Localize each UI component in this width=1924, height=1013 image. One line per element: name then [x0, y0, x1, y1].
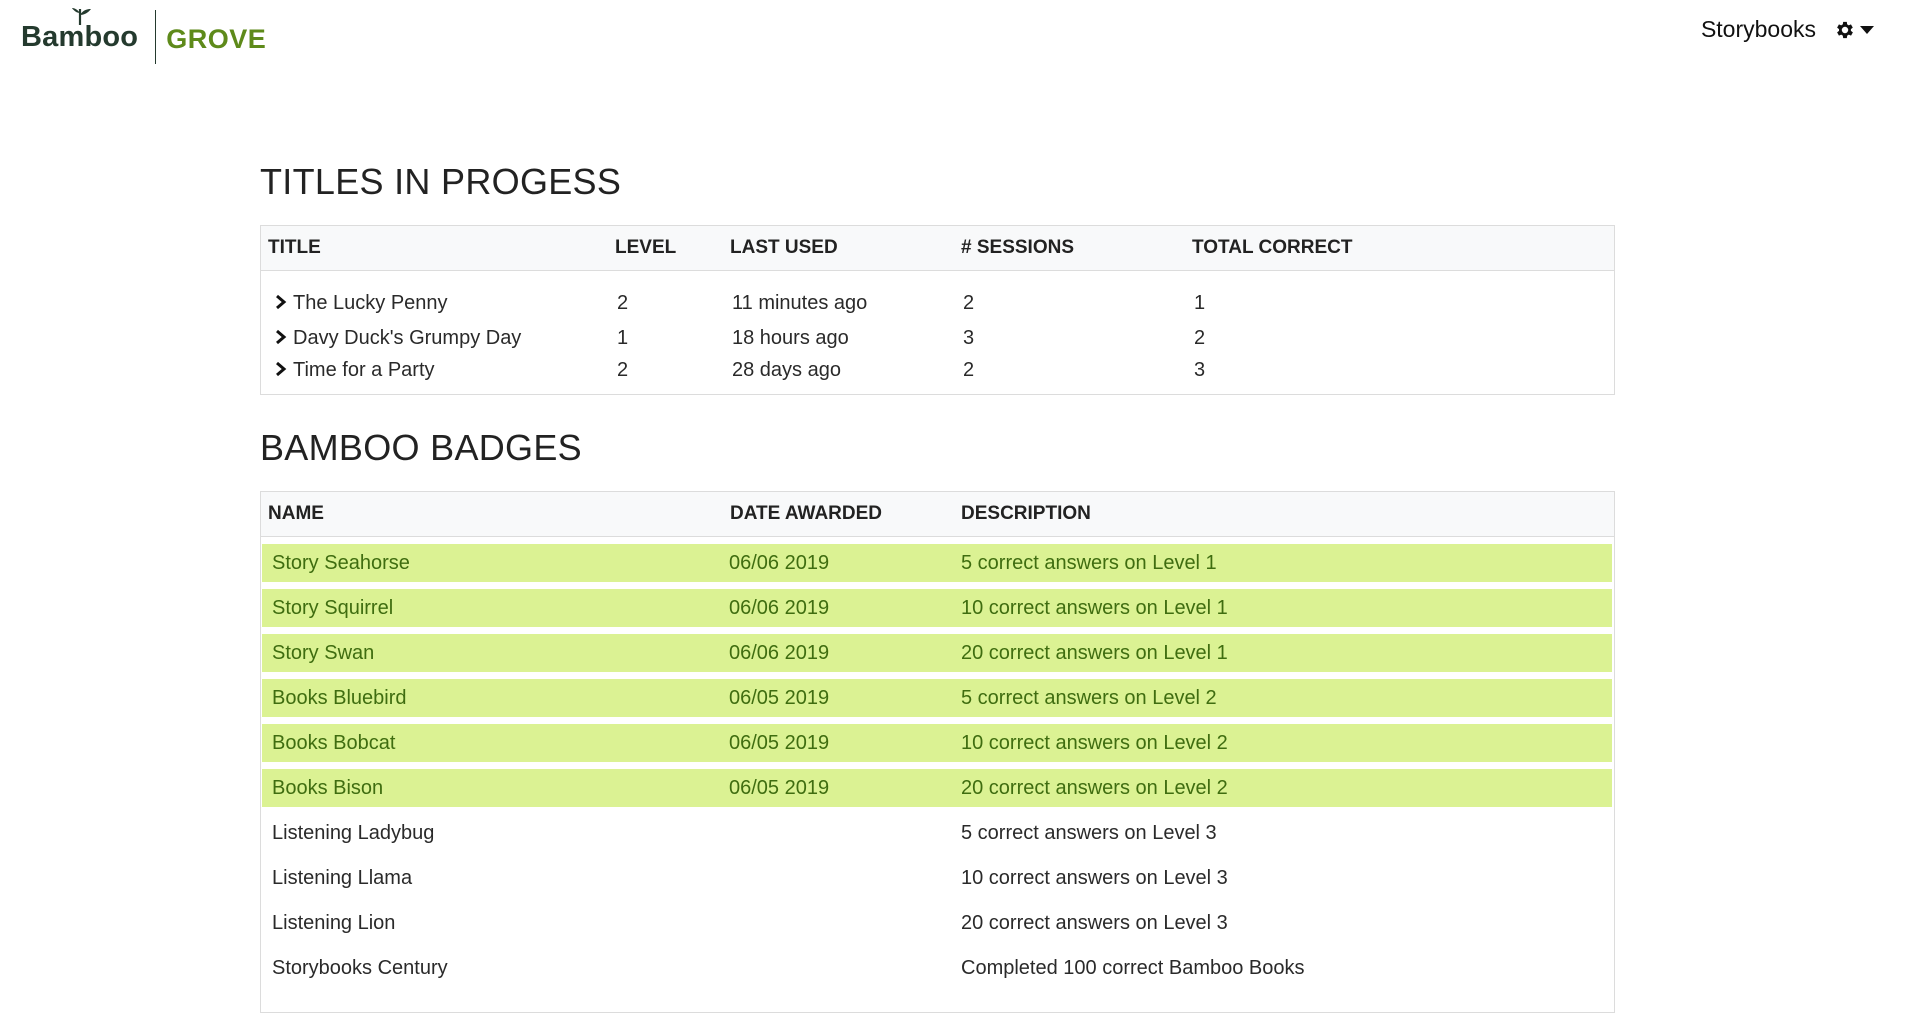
- badge-name: Listening Ladybug: [272, 822, 435, 844]
- badge-description: 5 correct answers on Level 1: [961, 552, 1217, 574]
- settings-dropdown[interactable]: [1834, 19, 1874, 41]
- badge-description: 20 correct answers on Level 3: [961, 912, 1228, 934]
- last-used-cell: 18 hours ago: [732, 327, 849, 349]
- chevron-right-icon[interactable]: [275, 329, 287, 345]
- badge-row: Books Bison 06/05 2019 20 correct answer…: [262, 769, 1612, 807]
- bamboo-badges-heading: BAMBOO BADGES: [260, 427, 582, 468]
- title-link[interactable]: Time for a Party: [293, 359, 435, 382]
- sessions-cell: 2: [963, 292, 975, 314]
- column-header-level: LEVEL: [615, 237, 677, 258]
- column-header-date-awarded: DATE AWARDED: [730, 503, 882, 524]
- chevron-right-icon[interactable]: [275, 294, 287, 310]
- badge-description: 5 correct answers on Level 3: [961, 822, 1217, 844]
- total-correct-cell: 1: [1194, 292, 1206, 314]
- badge-description: 20 correct answers on Level 1: [961, 642, 1228, 664]
- table-row[interactable]: The Lucky Penny 2 11 minutes ago 2 1: [261, 288, 1614, 318]
- nav-storybooks-link[interactable]: Storybooks: [1701, 16, 1816, 43]
- bamboo-badges-table: NAME DATE AWARDED DESCRIPTION Story Seah…: [260, 491, 1615, 1013]
- title-link[interactable]: Davy Duck's Grumpy Day: [293, 327, 521, 350]
- column-header-total-correct: TOTAL CORRECT: [1192, 237, 1353, 258]
- badge-date: 06/05 2019: [729, 687, 830, 709]
- top-navbar: Bamboo GROVE Storybooks: [0, 0, 1924, 78]
- badge-description: Completed 100 correct Bamboo Books: [961, 957, 1305, 979]
- badge-row: Listening Lion 20 correct answers on Lev…: [262, 904, 1612, 942]
- bamboo-leaf-icon: [72, 7, 91, 25]
- chevron-right-icon[interactable]: [275, 361, 287, 377]
- nav-menu: Storybooks: [1701, 16, 1874, 43]
- column-header-last-used: LAST USED: [730, 237, 838, 258]
- badge-description: 5 correct answers on Level 2: [961, 687, 1217, 709]
- badge-row: Listening Ladybug 5 correct answers on L…: [262, 814, 1612, 852]
- titles-in-progress-table: TITLE LEVEL LAST USED # SESSIONS TOTAL C…: [260, 225, 1615, 395]
- table-header: NAME DATE AWARDED DESCRIPTION: [261, 492, 1614, 537]
- column-header-sessions: # SESSIONS: [961, 237, 1074, 258]
- title-link[interactable]: The Lucky Penny: [293, 292, 448, 315]
- badge-description: 10 correct answers on Level 2: [961, 732, 1228, 754]
- badge-description: 20 correct answers on Level 2: [961, 777, 1228, 799]
- sessions-cell: 2: [963, 359, 975, 381]
- table-row[interactable]: Davy Duck's Grumpy Day 1 18 hours ago 3 …: [261, 323, 1614, 353]
- badge-row: Books Bobcat 06/05 2019 10 correct answe…: [262, 724, 1612, 762]
- badge-row: Story Squirrel 06/06 2019 10 correct ans…: [262, 589, 1612, 627]
- badge-description: 10 correct answers on Level 1: [961, 597, 1228, 619]
- table-header: TITLE LEVEL LAST USED # SESSIONS TOTAL C…: [261, 226, 1614, 271]
- level-cell: 2: [617, 292, 629, 314]
- badge-name: Story Seahorse: [272, 552, 410, 574]
- chevron-down-icon: [1860, 25, 1874, 34]
- brand-divider: [155, 10, 157, 64]
- badge-date: 06/05 2019: [729, 777, 830, 799]
- total-correct-cell: 3: [1194, 359, 1206, 381]
- level-cell: 2: [617, 359, 629, 381]
- badge-name: Listening Llama: [272, 867, 413, 889]
- badge-name: Books Bobcat: [272, 732, 396, 754]
- badge-name: Listening Lion: [272, 912, 396, 934]
- badge-name: Story Swan: [272, 642, 375, 664]
- badge-name: Books Bluebird: [272, 687, 407, 709]
- badge-name: Books Bison: [272, 777, 384, 799]
- badge-date: 06/06 2019: [729, 597, 830, 619]
- badge-row: Books Bluebird 06/05 2019 5 correct answ…: [262, 679, 1612, 717]
- badge-date: 06/05 2019: [729, 732, 830, 754]
- badge-date: 06/06 2019: [729, 552, 830, 574]
- last-used-cell: 28 days ago: [732, 359, 841, 381]
- column-header-name: NAME: [268, 503, 324, 524]
- badge-row: Listening Llama 10 correct answers on Le…: [262, 859, 1612, 897]
- gear-icon: [1837, 21, 1853, 38]
- product-name: GROVE: [166, 23, 267, 54]
- badge-date: 06/06 2019: [729, 642, 830, 664]
- titles-in-progress-heading: TITLES IN PROGESS: [260, 161, 622, 202]
- brand-logo[interactable]: Bamboo GROVE: [21, 7, 267, 64]
- badge-name: Story Squirrel: [272, 597, 394, 619]
- level-cell: 1: [617, 327, 629, 349]
- badge-description: 10 correct answers on Level 3: [961, 867, 1228, 889]
- table-row[interactable]: Time for a Party 2 28 days ago 2 3: [261, 355, 1614, 385]
- last-used-cell: 11 minutes ago: [732, 292, 868, 314]
- column-header-description: DESCRIPTION: [961, 503, 1091, 524]
- badge-row: Story Swan 06/06 2019 20 correct answers…: [262, 634, 1612, 672]
- total-correct-cell: 2: [1194, 327, 1206, 349]
- column-header-title: TITLE: [268, 237, 321, 258]
- brand-name: Bamboo: [21, 7, 138, 54]
- badge-name: Storybooks Century: [272, 957, 448, 979]
- sessions-cell: 3: [963, 327, 975, 349]
- badge-row: Storybooks Century Completed 100 correct…: [262, 949, 1612, 987]
- badge-row: Story Seahorse 06/06 2019 5 correct answ…: [262, 544, 1612, 582]
